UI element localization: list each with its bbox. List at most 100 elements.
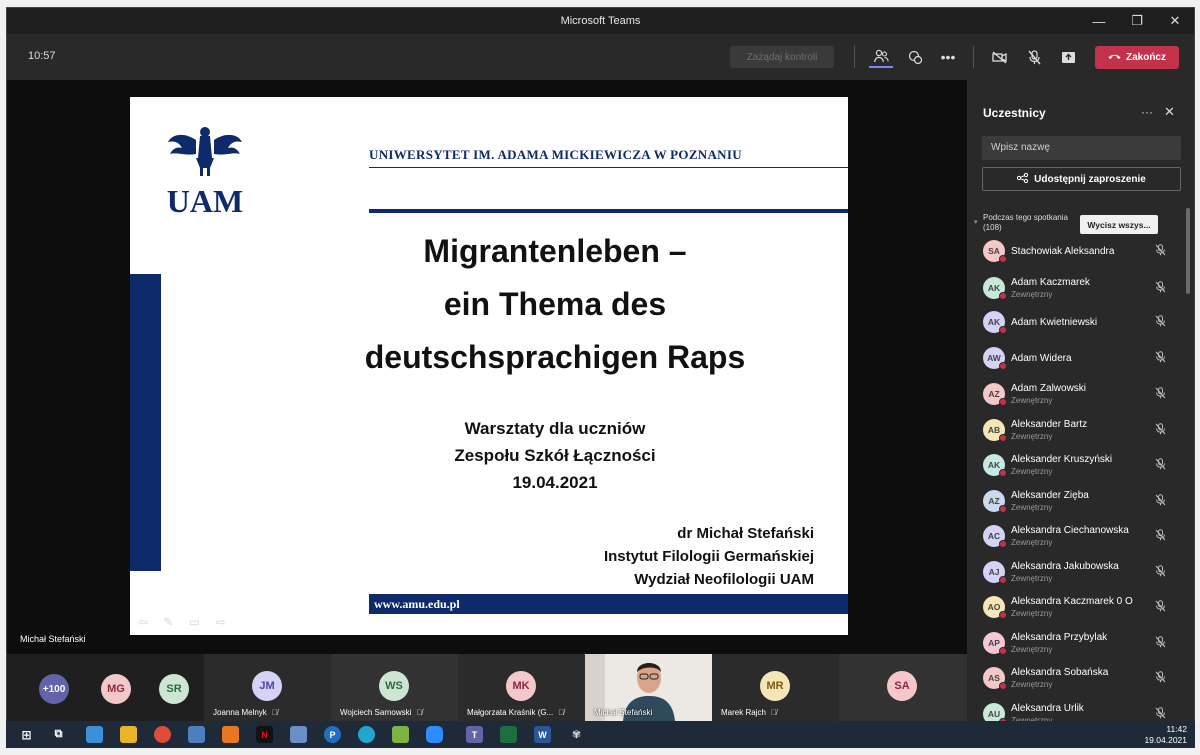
participant-row[interactable]: AO Aleksandra Kaczmarek 0 O Zewnętrzny [967,593,1186,629]
participant-row[interactable]: AS Aleksandra Sobańska Zewnętrzny [967,664,1186,700]
mic-off-icon[interactable] [1155,564,1166,580]
participant-row[interactable]: AW Adam Widera [967,345,1186,381]
participant-type: Zewnętrzny [1011,573,1053,583]
windows-start-icon[interactable]: ⊞ [18,726,35,743]
teams-icon[interactable]: T [466,726,483,743]
search-input[interactable]: Wpisz nazwę [982,136,1181,160]
minimize-icon[interactable]: — [1080,8,1118,34]
toolbar-divider [973,46,974,68]
share-screen-icon[interactable] [1056,46,1080,68]
end-call-label: Zakończ [1125,52,1166,63]
tile-name: Małgorzata Kraśnik (G... 🎙̸ [467,708,565,717]
mic-off-icon[interactable] [1022,46,1046,68]
tile-name: Marek Rajch 🎙̸ [721,708,777,717]
uam-logo: UAM [167,127,243,217]
mic-off-icon[interactable] [1155,458,1166,473]
slide-author-line: Instytut Filologii Germańskiej [603,548,814,565]
presentation-slide: UAM Uniwersytet im. Adama Mickiewicza w … [130,97,848,635]
slideshow-controls[interactable]: ⇦ ✎ ▭ ⇨ [138,615,232,629]
scrollbar[interactable] [1186,208,1190,294]
mic-off-icon[interactable] [1155,529,1166,544]
netflix-icon[interactable]: N [256,726,273,743]
file-explorer-icon[interactable] [120,726,137,743]
header-bar [369,209,848,213]
search-app-icon[interactable] [222,726,239,743]
slide-author: dr Michał Stefański Instytut Filologii G… [604,522,814,591]
participants-panel: Uczestnicy ··· ✕ Wpisz nazwę Udostępnij … [967,80,1194,721]
mic-off-icon[interactable] [1155,706,1166,722]
end-call-button[interactable]: Zakończ [1095,46,1179,69]
participant-row[interactable]: AZ Aleksander Zięba Zewnętrzny [967,487,1186,523]
close-icon[interactable]: ✕ [1164,104,1175,120]
mic-off-icon[interactable] [1155,244,1166,259]
app-icon[interactable] [290,726,307,743]
taskbar-clock[interactable]: 11:42 19.04.2021 [1144,724,1187,746]
share-icon [1017,172,1029,186]
presence-badge [999,682,1007,690]
mic-off-icon[interactable] [1155,635,1166,651]
close-icon[interactable]: ✕ [1156,8,1194,34]
participant-name: Aleksandra Przybylak [1011,631,1108,643]
participant-avatar[interactable]: SR [159,674,189,704]
more-actions-icon[interactable]: ••• [936,46,960,68]
mic-off-icon: 🎙̸ [558,708,565,717]
mic-off-icon[interactable] [1155,315,1166,330]
mic-off-icon: 🎙̸ [416,708,423,717]
video-tile[interactable]: JM Joanna Melnyk 🎙̸ [204,654,331,721]
presence-badge [999,255,1007,263]
participant-row[interactable]: AC Aleksandra Ciechanowska Zewnętrzny [967,522,1186,558]
participant-list: SA Stachowiak Aleksandra AK Adam Kaczmarek Z… [967,238,1186,721]
mic-off-icon[interactable] [1155,671,1166,686]
reactions-icon[interactable] [903,46,927,68]
mic-off-icon[interactable] [1155,600,1166,615]
app-icon[interactable]: P [324,726,341,743]
maximize-icon[interactable]: ❐ [1118,8,1156,34]
participant-avatar[interactable]: MG [101,674,131,704]
app-icon[interactable] [392,726,409,743]
app-icon[interactable]: ✾ [568,726,585,743]
participant-row[interactable]: AJ Aleksandra Jakubowska Zewnętrzny [967,558,1186,594]
participant-row[interactable]: AK Aleksander Kruszyński Zewnętrzny [967,451,1186,487]
section-header[interactable]: Podczas tego spotkania (108) [983,213,1068,233]
slide-subtitle-line: Zespołu Szkół Łączności [454,446,656,465]
video-tile[interactable]: MR Marek Rajch 🎙̸ [712,654,839,721]
mic-off-icon[interactable] [1155,387,1166,402]
participant-row[interactable]: SA Stachowiak Aleksandra [967,238,1186,274]
mic-off-icon: 🎙̸ [770,708,777,717]
participant-row[interactable]: AK Adam Kwietniewski [967,309,1186,345]
mic-off-icon[interactable] [1155,280,1166,296]
app-icon[interactable] [188,726,205,743]
zoom-icon[interactable] [426,726,443,743]
participant-row[interactable]: AP Aleksandra Przybylak Zewnętrzny [967,629,1186,665]
task-view-icon[interactable]: ⧉ [50,726,67,743]
video-tile[interactable]: SA [839,654,967,721]
app-icon[interactable] [86,726,103,743]
university-name: Uniwersytet im. Adama Mickiewicza w Pozn… [369,147,742,162]
word-icon[interactable]: W [534,726,551,743]
share-invite-button[interactable]: Udostępnij zaproszenie [982,167,1181,191]
presence-badge [999,433,1007,442]
participant-row[interactable]: AU Aleksandra Urlik Zewnętrzny [967,700,1186,722]
mic-off-icon[interactable] [1155,350,1166,366]
participants-icon[interactable] [869,46,893,68]
mic-off-icon[interactable] [1155,493,1166,509]
windows-taskbar: ⊞ ⧉ N P T W ✾ 11:42 19.04.2021 [6,721,1195,748]
request-control-button[interactable]: Zażądaj kontroli [730,46,834,68]
tile-name: Michał Stefański [594,708,653,717]
overflow-count-badge[interactable]: +100 [39,674,69,704]
more-options-icon[interactable]: ··· [1141,105,1153,119]
chevron-down-icon[interactable]: ▾ [974,218,978,226]
participant-row[interactable]: AB Aleksander Bartz Zewnętrzny [967,416,1186,452]
participant-name: Adam Zalwowski [1011,383,1087,394]
edge-icon[interactable] [358,726,375,743]
participant-row[interactable]: AZ Adam Zalwowski Zewnętrzny [967,380,1186,416]
mic-off-icon[interactable] [1155,422,1166,438]
excel-icon[interactable] [500,726,517,743]
camera-off-icon[interactable] [988,46,1012,68]
presenter-video-tile[interactable]: Michał Stefański [585,654,712,721]
chrome-icon[interactable] [154,726,171,743]
mute-all-button[interactable]: Wycisz wszys... [1080,215,1158,234]
participant-row[interactable]: AK Adam Kaczmarek Zewnętrzny [967,274,1186,310]
video-tile[interactable]: MK Małgorzata Kraśnik (G... 🎙̸ [458,654,585,721]
video-tile[interactable]: WS Wojciech Sarnowski 🎙̸ [331,654,458,721]
